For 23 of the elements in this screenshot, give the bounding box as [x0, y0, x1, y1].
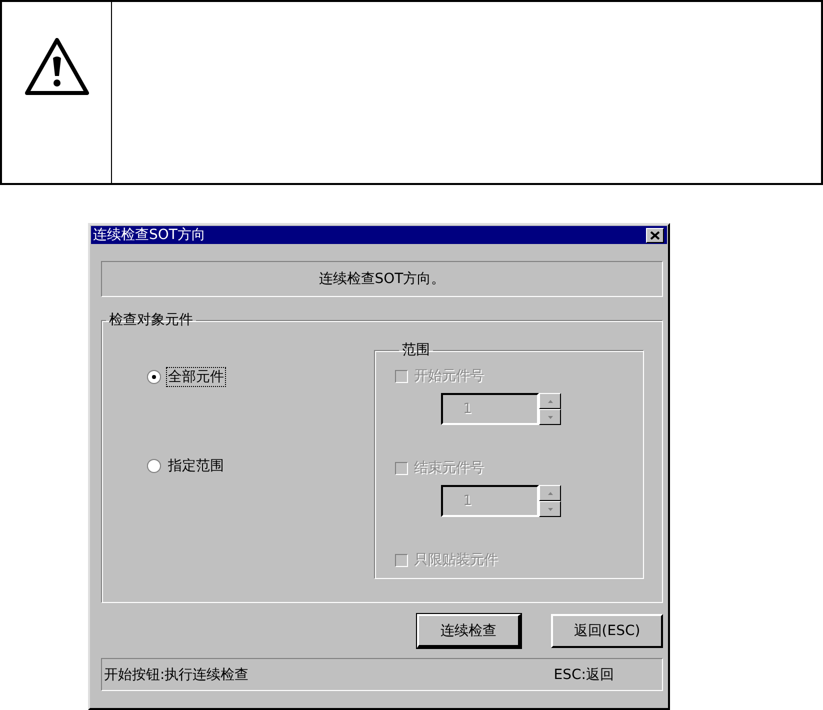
down-arrow-icon	[548, 416, 552, 418]
radio-button[interactable]	[148, 371, 160, 383]
status-text: 开始按钮:执行连续检查	[104, 666, 249, 684]
close-icon	[650, 230, 660, 240]
radio-button[interactable]	[148, 460, 160, 472]
radio-label[interactable]: 指定范围	[166, 456, 226, 476]
radio-label[interactable]: 全部元件	[166, 367, 226, 387]
up-arrow-icon	[548, 400, 552, 402]
close-button[interactable]	[646, 228, 664, 242]
message-panel: 连续检查SOT方向。	[101, 261, 663, 297]
group-title: 检查对象元件	[108, 311, 194, 329]
spin-up-button[interactable]	[539, 393, 561, 409]
spin-down-button[interactable]	[539, 501, 561, 517]
up-arrow-icon	[548, 492, 552, 494]
spin-up-button[interactable]	[539, 485, 561, 501]
dialog-button[interactable]: 返回(ESC)	[551, 614, 663, 648]
down-arrow-icon	[548, 508, 552, 510]
spin-down-button[interactable]	[539, 409, 561, 425]
status-text: ESC:返回	[554, 666, 614, 684]
group-title: 范围	[401, 341, 431, 359]
dialog-button[interactable]: 连续检查	[417, 614, 521, 648]
window-title: 连续检查SOT方向	[93, 226, 206, 244]
warning-icon	[24, 38, 88, 96]
